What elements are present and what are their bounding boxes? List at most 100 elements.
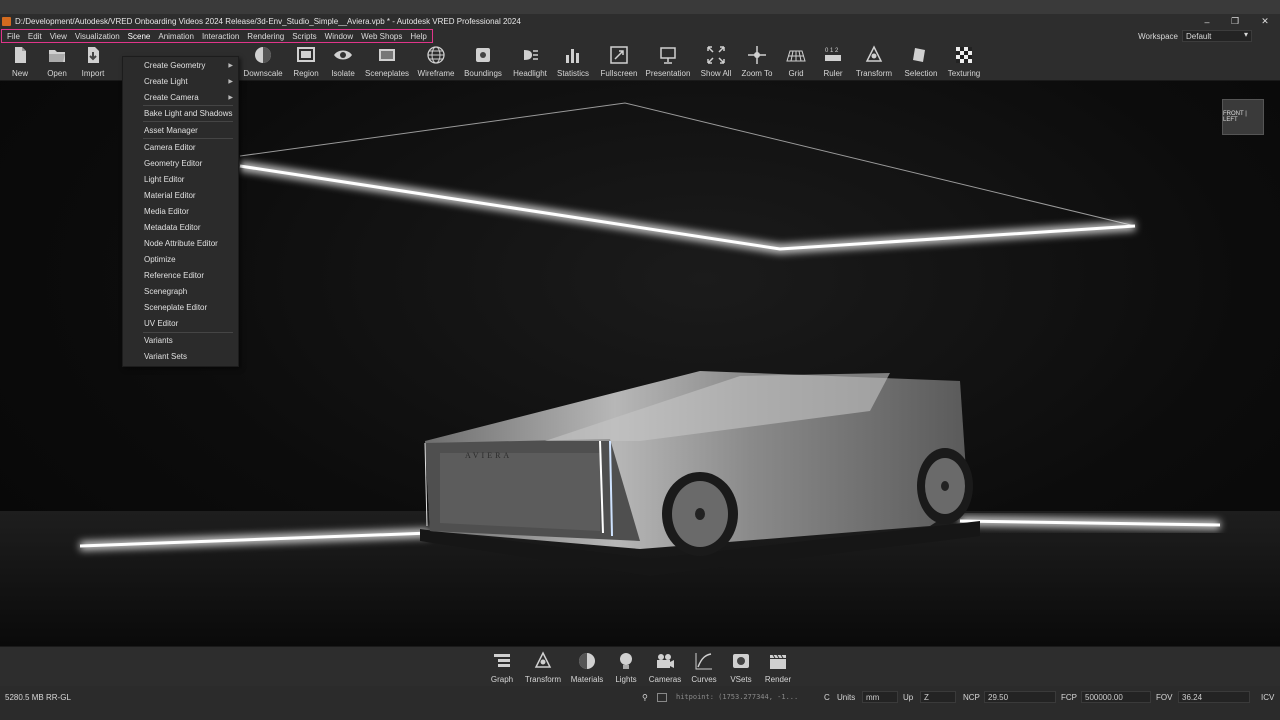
menu-file[interactable]: File <box>3 32 24 41</box>
menuitem-asset-manager[interactable]: Asset Manager <box>123 123 238 137</box>
menuitem-node-attribute-editor[interactable]: Node Attribute Editor <box>123 236 238 250</box>
title-bar: D:/Development/Autodesk/VRED Onboarding … <box>0 14 1280 29</box>
menuitem-scenegraph[interactable]: Scenegraph <box>123 284 238 298</box>
navcube-label: FRONT | LEFT <box>1223 111 1247 123</box>
workspace-selector: Workspace Default <box>1138 30 1252 42</box>
ncp-input[interactable]: 29.50 <box>984 691 1056 703</box>
sceneplates-button[interactable]: Sceneplates <box>362 45 412 79</box>
menuitem-create-camera[interactable]: Create Camera ▶ <box>123 90 238 104</box>
minimize-button[interactable]: – <box>1192 14 1222 29</box>
bottom-module-bar: Graph Transform Materials Lights Cameras… <box>0 646 1280 686</box>
fullscreen-button[interactable]: Fullscreen <box>594 45 644 79</box>
refresh-icon[interactable]: C <box>824 691 830 703</box>
menu-scene[interactable]: Scene <box>124 32 155 41</box>
transform-label: Transform <box>855 69 893 78</box>
navigation-cube[interactable]: FRONT | LEFT <box>1222 99 1264 135</box>
menuitem-media-editor[interactable]: Media Editor <box>123 204 238 218</box>
menu-scripts[interactable]: Scripts <box>288 32 320 41</box>
up-axis-dropdown[interactable]: Z <box>920 691 956 703</box>
units-dropdown[interactable]: mm <box>862 691 898 703</box>
transform-module-button[interactable]: Transform <box>521 651 565 685</box>
close-button[interactable]: ✕ <box>1250 14 1280 29</box>
cameras-button[interactable]: Cameras <box>643 651 687 685</box>
zoom-to-icon <box>748 46 766 64</box>
menu-edit[interactable]: Edit <box>24 32 46 41</box>
menuitem-geometry-editor[interactable]: Geometry Editor <box>123 156 238 170</box>
menuitem-create-geometry[interactable]: Create Geometry ▶ <box>123 58 238 72</box>
lights-button[interactable]: Lights <box>604 651 648 685</box>
menuitem-variants[interactable]: Variants <box>123 333 238 347</box>
import-icon <box>88 47 99 63</box>
workspace-value: Default <box>1186 31 1212 41</box>
icv-label[interactable]: ICV <box>1261 691 1274 703</box>
isolate-button[interactable]: Isolate <box>318 45 368 79</box>
link-icon[interactable]: ⚲ <box>642 691 648 703</box>
terminal-icon[interactable] <box>657 691 667 703</box>
materials-button[interactable]: Materials <box>565 651 609 685</box>
open-label: Open <box>47 69 67 78</box>
sceneplates-label: Sceneplates <box>364 69 410 78</box>
downscale-icon <box>255 47 271 63</box>
bar-chart-icon <box>566 49 579 63</box>
menu-rendering[interactable]: Rendering <box>243 32 288 41</box>
new-file-icon <box>15 47 26 63</box>
hitpoint-readout: hitpoint: (1753.277344, -1... <box>676 693 799 701</box>
vsets-icon <box>733 654 749 668</box>
presentation-icon <box>660 47 676 64</box>
menuitem-optimize[interactable]: Optimize <box>123 252 238 266</box>
workspace-dropdown[interactable]: Default <box>1182 30 1252 42</box>
menu-web-shops[interactable]: Web Shops <box>357 32 406 41</box>
fcp-label: FCP <box>1061 692 1077 702</box>
menuitem-uv-editor[interactable]: UV Editor <box>123 316 238 330</box>
headlight-label: Headlight <box>513 69 547 78</box>
menu-interaction[interactable]: Interaction <box>198 32 243 41</box>
menuitem-material-editor[interactable]: Material Editor <box>123 188 238 202</box>
workspace-label: Workspace <box>1138 31 1178 41</box>
fov-input[interactable]: 36.24 <box>1178 691 1250 703</box>
menu-visualization[interactable]: Visualization <box>71 32 124 41</box>
menu-help[interactable]: Help <box>406 32 430 41</box>
menu-separator <box>143 138 233 139</box>
material-ball-icon <box>579 653 595 669</box>
maximize-button[interactable]: ❐ <box>1220 14 1250 29</box>
window-title: D:/Development/Autodesk/VRED Onboarding … <box>15 17 521 26</box>
menuitem-metadata-editor[interactable]: Metadata Editor <box>123 220 238 234</box>
menu-separator <box>143 121 233 122</box>
menuitem-create-light[interactable]: Create Light ▶ <box>123 74 238 88</box>
wireframe-globe-icon <box>427 46 445 64</box>
transform-icon <box>865 45 883 62</box>
texturing-button[interactable]: Texturing <box>939 45 989 79</box>
boundings-button[interactable]: Boundings <box>458 45 508 79</box>
menuitem-sceneplate-editor[interactable]: Sceneplate Editor <box>123 300 238 314</box>
menu-view[interactable]: View <box>46 32 71 41</box>
menuitem-light-editor[interactable]: Light Editor <box>123 172 238 186</box>
import-button[interactable]: Import <box>68 45 118 79</box>
menuitem-variant-sets[interactable]: Variant Sets <box>123 349 238 363</box>
statistics-button[interactable]: Statistics <box>548 45 598 79</box>
menuitem-bake-light[interactable]: Bake Light and Shadows <box>123 106 238 120</box>
graph-button[interactable]: Graph <box>480 651 524 685</box>
scene-menu-dropdown: Create Geometry ▶ Create Light ▶ Create Ca… <box>122 56 239 367</box>
presentation-button[interactable]: Presentation <box>643 45 693 79</box>
lightbulb-icon <box>620 653 632 669</box>
menu-window[interactable]: Window <box>321 32 357 41</box>
statistics-label: Statistics <box>556 69 589 78</box>
transform-button[interactable]: Transform <box>849 45 899 79</box>
menuitem-reference-editor[interactable]: Reference Editor <box>123 268 238 282</box>
grid-icon <box>786 50 806 62</box>
fcp-input[interactable]: 500000.00 <box>1081 691 1151 703</box>
wireframe-button[interactable]: Wireframe <box>411 45 461 79</box>
ruler-icon: 0 1 2 <box>825 48 841 61</box>
folder-open-icon <box>49 50 65 62</box>
menu-animation[interactable]: Animation <box>154 32 198 41</box>
boundings-icon <box>476 48 490 62</box>
graph-icon <box>494 654 510 667</box>
car-badge: AVIERA <box>465 451 512 460</box>
submenu-arrow-icon: ▶ <box>228 78 233 85</box>
zoom-to-label: Zoom To <box>741 69 773 78</box>
submenu-arrow-icon: ▶ <box>228 62 233 69</box>
memory-usage: 5280.5 MB <box>5 692 44 702</box>
render-button[interactable]: Render <box>756 651 800 685</box>
menuitem-camera-editor[interactable]: Camera Editor <box>123 140 238 154</box>
presentation-label: Presentation <box>645 69 691 78</box>
